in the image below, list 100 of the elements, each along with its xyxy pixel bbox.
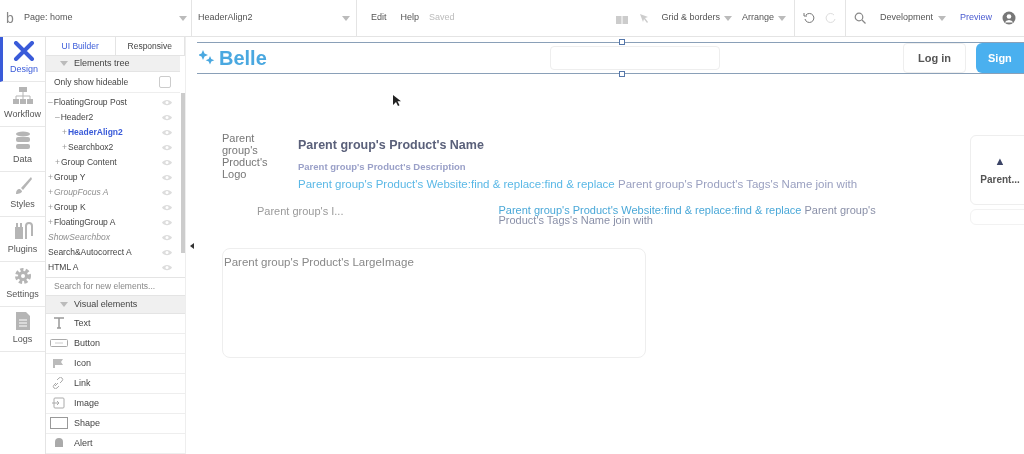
arrange-menu[interactable]: Arrange	[741, 0, 795, 36]
eye-icon[interactable]	[162, 263, 172, 271]
vote-label: Parent...	[980, 173, 1020, 188]
tree-item-label: HeaderAlign2	[67, 126, 124, 139]
tree-item-label: FloatingGroup A	[53, 216, 117, 229]
product-name: Parent group's Product's Name	[298, 137, 485, 154]
tree-item[interactable]: –Header2	[46, 109, 180, 125]
faded-product-tags: Parent group's	[804, 205, 876, 216]
eye-icon[interactable]	[162, 158, 172, 166]
button-shape-icon	[50, 339, 68, 348]
caret-icon	[777, 15, 786, 21]
element-palette-item[interactable]: Text	[46, 314, 185, 334]
vote-card[interactable]: ▲ Parent...	[970, 135, 1024, 205]
faded-product-tags: Product's Tags's Name join with	[498, 215, 653, 226]
eye-icon[interactable]	[162, 98, 172, 106]
element-palette-item[interactable]: Button	[46, 334, 185, 354]
rail-tab[interactable]: Plugins	[0, 217, 45, 262]
tree-item[interactable]: +Group K	[46, 199, 180, 215]
eye-icon[interactable]	[162, 113, 172, 121]
caret-icon	[938, 15, 946, 21]
tree-item[interactable]: ShowSearchbox	[46, 229, 180, 245]
rail-tab[interactable]: Styles	[0, 172, 45, 217]
eye-icon[interactable]	[162, 203, 172, 211]
rail-tab[interactable]: Design	[0, 37, 45, 82]
undo-icon[interactable]	[802, 12, 815, 24]
element-palette-item[interactable]: Image	[46, 394, 185, 414]
eye-icon[interactable]	[162, 188, 172, 196]
plug-icon	[12, 221, 33, 242]
page-dropdown[interactable]: Page: home	[20, 0, 192, 36]
tree-item[interactable]: +Group Content	[46, 154, 180, 170]
redo-icon[interactable]	[824, 12, 837, 24]
hierarchy-icon	[11, 86, 34, 107]
element-palette-item[interactable]: Link	[46, 374, 185, 394]
document-icon	[14, 311, 31, 332]
cursor-arrow-icon[interactable]	[639, 13, 650, 23]
tree-item[interactable]: +HeaderAlign2	[46, 124, 180, 140]
tree-item[interactable]: –FloatingGroup Post	[46, 94, 180, 110]
caret-icon	[179, 15, 187, 21]
tree-item-label: GroupFocus A	[53, 186, 110, 199]
tree-item[interactable]: +Searchbox2	[46, 139, 180, 155]
rail-tab[interactable]: Settings	[0, 262, 45, 307]
tree-item-label: Group Content	[60, 156, 118, 169]
resize-handle[interactable]	[619, 71, 625, 77]
preview-button[interactable]: Preview	[960, 11, 992, 25]
rectangle-icon	[50, 417, 68, 430]
element-dropdown[interactable]: HeaderAlign2	[192, 0, 357, 36]
eye-icon[interactable]	[162, 248, 172, 256]
large-image-label: Parent group's Product's LargeImage	[224, 256, 414, 269]
tree-item-label: FloatingGroup Post	[53, 96, 128, 109]
search-icon[interactable]	[853, 12, 866, 24]
upvote-arrow[interactable]: ▲	[994, 152, 1006, 170]
caret-icon	[342, 15, 350, 21]
eye-icon[interactable]	[162, 128, 172, 136]
image-frame-icon	[50, 397, 68, 410]
panel-tab[interactable]: Responsive	[115, 37, 185, 55]
element-palette-item[interactable]: Shape	[46, 414, 185, 434]
tree-item[interactable]: +GroupFocus A	[46, 184, 180, 200]
eye-icon[interactable]	[162, 218, 172, 226]
tree-item-label: Search&Autocorrect A	[48, 246, 133, 259]
login-button[interactable]: Log in	[903, 43, 966, 73]
tree-item[interactable]: Search&Autocorrect A	[46, 244, 180, 260]
caret-icon	[723, 15, 732, 21]
element-palette-item[interactable]: Alert	[46, 434, 185, 454]
panel-tab[interactable]: UI Builder	[46, 37, 116, 55]
save-status: Saved	[429, 11, 455, 25]
crossed-tools-icon	[13, 41, 35, 62]
tree-item-label: Searchbox2	[67, 141, 115, 154]
element-search-field[interactable]: Search for new elements...	[46, 276, 185, 296]
eye-icon[interactable]	[162, 173, 172, 181]
filter-label: Only show hideable	[54, 75, 130, 89]
grid-borders-menu[interactable]: Grid & borders	[661, 11, 732, 25]
database-icon	[14, 131, 31, 152]
menu-button[interactable]: Help	[400, 11, 420, 25]
bubble-logo[interactable]: b	[0, 7, 20, 29]
eye-icon[interactable]	[162, 233, 172, 241]
user-avatar-icon[interactable]	[1002, 11, 1016, 25]
caret-icon	[60, 301, 68, 307]
scrollbar[interactable]	[181, 93, 185, 253]
header-bar[interactable]: Belle Log in Sign	[197, 42, 1024, 74]
faded-product-title: Parent group's I...	[257, 205, 344, 220]
header-search-field[interactable]	[549, 46, 720, 70]
eye-icon[interactable]	[162, 143, 172, 151]
product-tags: Parent group's Product's Tags's Name join with	[618, 178, 858, 190]
tree-item[interactable]: HTML A	[46, 259, 180, 275]
resize-handle[interactable]	[619, 39, 625, 45]
environment-dropdown[interactable]: Development	[879, 11, 946, 25]
menu-button[interactable]: Edit	[371, 11, 387, 25]
tree-item[interactable]: +Group Y	[46, 169, 180, 185]
collapse-arrow-icon[interactable]	[189, 242, 194, 249]
mouse-pointer-icon	[393, 95, 401, 107]
tree-item-label: Group K	[53, 201, 87, 214]
tree-item-label: HTML A	[48, 261, 80, 274]
rail-tab[interactable]: Workflow	[0, 82, 45, 127]
rail-tab[interactable]: Logs	[0, 307, 45, 352]
product-logo-text: Parent group's Product's Logo	[222, 132, 269, 182]
filter-checkbox[interactable]	[159, 76, 171, 88]
rail-tab[interactable]: Data	[0, 127, 45, 172]
element-palette-item[interactable]: Icon	[46, 354, 185, 374]
tree-item[interactable]: +FloatingGroup A	[46, 214, 180, 230]
tree-item-label: ShowSearchbox	[48, 231, 111, 244]
